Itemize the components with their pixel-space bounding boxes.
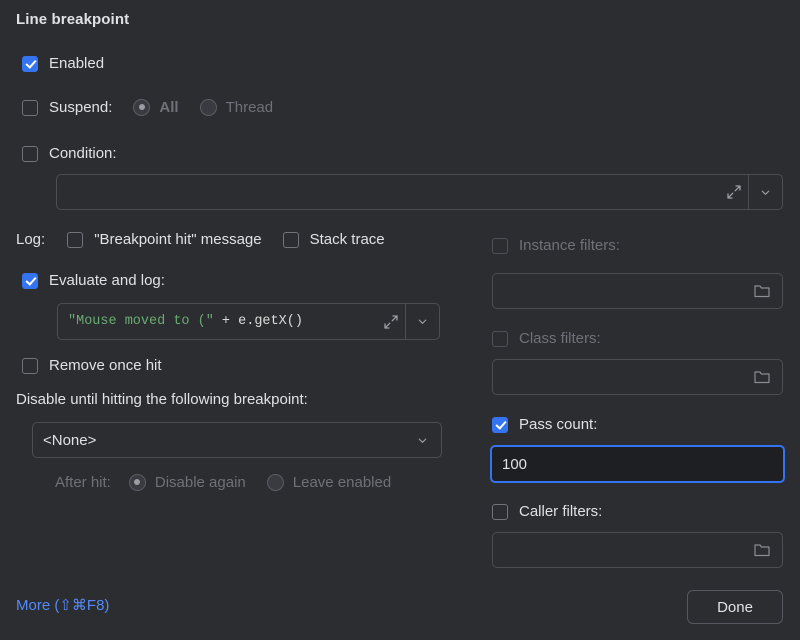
done-button[interactable]: Done bbox=[687, 590, 783, 624]
instance-filters-row: Instance filters: bbox=[492, 237, 620, 254]
log-label: Log: bbox=[16, 231, 45, 248]
pass-count-input[interactable]: 100 bbox=[492, 456, 783, 473]
evaluate-and-log-checkbox[interactable] bbox=[22, 273, 38, 289]
line-breakpoint-dialog: Line breakpoint Enabled Suspend: All Thr… bbox=[0, 0, 800, 640]
pass-count-label: Pass count: bbox=[519, 416, 597, 433]
suspend-row: Suspend: All Thread bbox=[22, 99, 273, 116]
after-hit-row: After hit: Disable again Leave enabled bbox=[55, 474, 391, 491]
enabled-row: Enabled bbox=[22, 55, 104, 72]
expand-icon[interactable] bbox=[727, 185, 741, 199]
log-breakpoint-hit-checkbox[interactable] bbox=[67, 232, 83, 248]
disable-until-value: <None> bbox=[33, 432, 417, 449]
caller-filters-label: Caller filters: bbox=[519, 503, 602, 520]
condition-checkbox[interactable] bbox=[22, 146, 38, 162]
page-title: Line breakpoint bbox=[16, 11, 129, 28]
after-hit-label: After hit: bbox=[55, 474, 111, 491]
log-stack-trace-label: Stack trace bbox=[310, 231, 385, 248]
condition-label: Condition: bbox=[49, 145, 117, 162]
instance-filters-label: Instance filters: bbox=[519, 237, 620, 254]
disable-until-combo[interactable]: <None> bbox=[32, 422, 442, 458]
enabled-label: Enabled bbox=[49, 55, 104, 72]
evaluate-and-log-row: Evaluate and log: bbox=[22, 272, 165, 289]
evaluate-and-log-label: Evaluate and log: bbox=[49, 272, 165, 289]
expression-dropdown-button[interactable] bbox=[406, 304, 439, 339]
remove-once-hit-label: Remove once hit bbox=[49, 357, 162, 374]
expression-code: + e.getX() bbox=[214, 314, 303, 329]
instance-filters-input-group bbox=[492, 273, 783, 309]
chevron-down-icon bbox=[417, 316, 428, 327]
disable-until-row: Disable until hitting the following brea… bbox=[16, 391, 308, 408]
suspend-label: Suspend: bbox=[49, 99, 112, 116]
condition-input-group bbox=[56, 174, 783, 210]
suspend-radio-all-label: All bbox=[159, 99, 178, 116]
remove-once-hit-checkbox[interactable] bbox=[22, 358, 38, 374]
expand-icon[interactable] bbox=[384, 315, 398, 329]
after-hit-radio-leave-enabled[interactable] bbox=[267, 474, 284, 491]
suspend-radio-thread-label: Thread bbox=[226, 99, 274, 116]
log-stack-trace-checkbox[interactable] bbox=[283, 232, 299, 248]
class-filters-label: Class filters: bbox=[519, 330, 601, 347]
pass-count-checkbox[interactable] bbox=[492, 417, 508, 433]
caller-filters-input-group bbox=[492, 532, 783, 568]
evaluate-expression-input[interactable]: "Mouse moved to (" + e.getX() bbox=[58, 314, 384, 329]
remove-once-hit-row: Remove once hit bbox=[22, 357, 162, 374]
class-filters-checkbox[interactable] bbox=[492, 331, 508, 347]
class-filters-input-group bbox=[492, 359, 783, 395]
evaluate-expression-group: "Mouse moved to (" + e.getX() bbox=[57, 303, 440, 340]
folder-icon[interactable] bbox=[754, 284, 770, 298]
condition-dropdown-button[interactable] bbox=[749, 175, 782, 209]
instance-filters-checkbox[interactable] bbox=[492, 238, 508, 254]
chevron-down-icon bbox=[417, 435, 428, 446]
log-row: Log: "Breakpoint hit" message Stack trac… bbox=[16, 231, 385, 248]
enabled-checkbox[interactable] bbox=[22, 56, 38, 72]
log-breakpoint-hit-label: "Breakpoint hit" message bbox=[94, 231, 261, 248]
suspend-radio-thread[interactable] bbox=[200, 99, 217, 116]
folder-icon[interactable] bbox=[754, 543, 770, 557]
after-hit-radio-leave-enabled-label: Leave enabled bbox=[293, 474, 391, 491]
more-link[interactable]: More (⇧⌘F8) bbox=[16, 596, 109, 614]
expression-string-literal: "Mouse moved to (" bbox=[68, 314, 214, 329]
class-filters-row: Class filters: bbox=[492, 330, 601, 347]
after-hit-radio-disable-again[interactable] bbox=[129, 474, 146, 491]
chevron-down-icon bbox=[760, 187, 771, 198]
caller-filters-row: Caller filters: bbox=[492, 503, 602, 520]
condition-row: Condition: bbox=[22, 145, 117, 162]
pass-count-row: Pass count: bbox=[492, 416, 597, 433]
after-hit-radio-disable-again-label: Disable again bbox=[155, 474, 246, 491]
disable-until-label: Disable until hitting the following brea… bbox=[16, 391, 308, 408]
suspend-radio-all[interactable] bbox=[133, 99, 150, 116]
caller-filters-checkbox[interactable] bbox=[492, 504, 508, 520]
pass-count-input-group: 100 bbox=[490, 445, 785, 483]
suspend-checkbox[interactable] bbox=[22, 100, 38, 116]
folder-icon[interactable] bbox=[754, 370, 770, 384]
